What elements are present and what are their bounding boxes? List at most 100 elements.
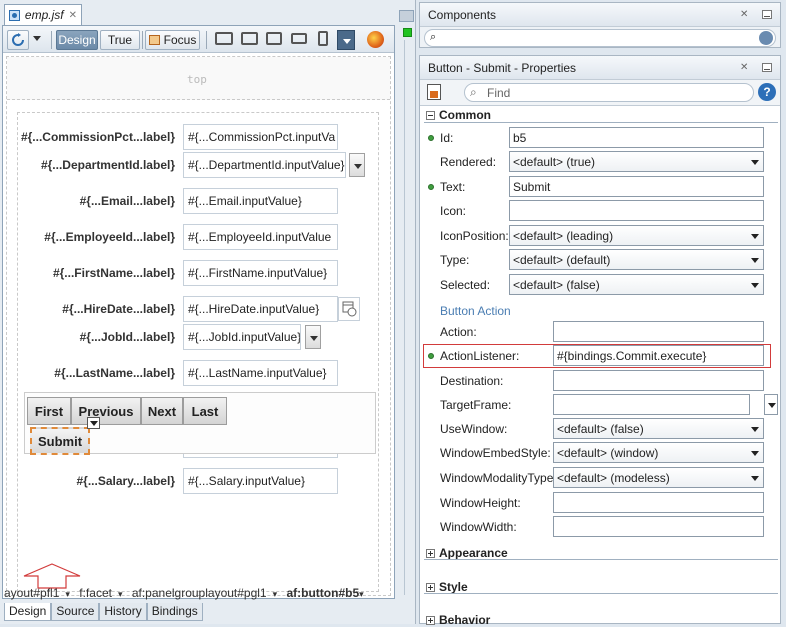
property-select[interactable]: <default> (modeless) (553, 467, 764, 488)
required-dot-icon (428, 184, 434, 190)
section-appearance[interactable]: Appearance (426, 546, 508, 560)
design-button[interactable]: Design (56, 30, 98, 50)
next-button[interactable]: Next (141, 397, 183, 425)
calendar-icon[interactable] (338, 297, 360, 321)
dropdown-icon[interactable] (764, 394, 778, 415)
minimize-icon[interactable] (762, 10, 772, 19)
editor-toolbar: Design True Focus (3, 26, 394, 53)
expand-icon[interactable] (426, 548, 435, 558)
property-input[interactable]: b5 (509, 127, 764, 148)
collapse-icon[interactable] (426, 110, 435, 120)
close-icon[interactable]: ✕ (740, 62, 748, 73)
desktop-view-icon[interactable] (215, 32, 233, 45)
field-input[interactable]: #{...FirstName.inputValue} (183, 260, 338, 286)
field-label: #{...FirstName...label} (52, 266, 175, 280)
property-label: Destination: (440, 374, 504, 388)
file-tab-label: emp.jsf (24, 8, 64, 22)
element-menu-icon[interactable] (87, 417, 100, 429)
property-input[interactable] (553, 516, 764, 537)
property-select[interactable]: <default> (default) (509, 249, 764, 270)
find-input[interactable]: ⌕ Find (464, 83, 754, 102)
property-row: WindowHeight: (420, 491, 780, 515)
go-icon[interactable] (759, 31, 773, 45)
close-icon[interactable]: ✕ (740, 9, 748, 20)
property-label: WindowWidth: (440, 520, 517, 534)
property-input[interactable] (553, 492, 764, 513)
property-input[interactable] (553, 370, 764, 391)
refresh-icon[interactable] (7, 30, 29, 50)
field-input[interactable]: #{...DepartmentId.inputValue} (183, 152, 346, 178)
property-select[interactable]: <default> (window) (553, 442, 764, 463)
device-menu-button[interactable] (337, 30, 355, 50)
divider (424, 559, 778, 560)
dropdown-icon[interactable] (305, 325, 321, 349)
scroll-down-icon[interactable] (399, 10, 414, 22)
breadcrumb-item[interactable]: af:panelgrouplayout#pgl1 (132, 586, 267, 600)
tab-design[interactable]: Design (4, 603, 52, 621)
tablet-portrait-icon[interactable] (266, 32, 282, 45)
true-button[interactable]: True (100, 30, 140, 50)
property-select[interactable]: <default> (true) (509, 151, 764, 172)
section-common[interactable]: Common (426, 108, 491, 122)
property-input[interactable] (553, 321, 764, 342)
jsf-file-icon (9, 9, 20, 21)
field-label: #{...Salary...label} (76, 474, 175, 488)
properties-title: Button - Submit - Properties (420, 56, 780, 80)
tab-source[interactable]: Source (51, 603, 100, 621)
chevron-down-icon[interactable] (33, 36, 41, 41)
submit-button[interactable]: Submit (30, 427, 90, 455)
tablet-landscape-icon[interactable] (241, 32, 258, 45)
minimize-icon[interactable] (762, 63, 772, 72)
field-input[interactable]: #{...HireDate.inputValue} (183, 296, 338, 322)
expand-icon[interactable] (426, 615, 435, 625)
tab-history[interactable]: History (99, 603, 147, 621)
field-input[interactable]: #{...Salary.inputValue} (183, 468, 338, 494)
field-input[interactable]: #{...CommissionPct.inputVa (183, 124, 338, 150)
property-select[interactable]: <default> (leading) (509, 225, 764, 246)
section-common-label: Common (439, 108, 491, 122)
property-label: Type: (440, 253, 470, 267)
expand-icon[interactable] (426, 582, 435, 592)
field-input[interactable]: #{...Email.inputValue} (183, 188, 338, 214)
property-row: TargetFrame: (420, 393, 780, 417)
field-input[interactable]: #{...JobId.inputValue} (183, 324, 301, 350)
components-search-input[interactable]: ⌕ (424, 29, 776, 47)
breadcrumb-current[interactable]: af:button#b5 (286, 586, 359, 600)
property-select[interactable]: <default> (false) (509, 274, 764, 295)
focus-icon (148, 35, 160, 45)
file-tab-emp[interactable]: emp.jsf ✕ (4, 4, 82, 25)
property-label: Id: (440, 131, 454, 145)
first-button[interactable]: First (27, 397, 71, 425)
breadcrumb-item[interactable]: f:facet (79, 586, 112, 600)
property-input[interactable] (509, 200, 764, 221)
field-input[interactable]: #{...LastName.inputValue} (183, 360, 338, 386)
source-file-icon[interactable] (427, 84, 441, 100)
property-input[interactable]: Submit (509, 176, 764, 197)
property-select[interactable]: <default> (false) (553, 418, 764, 439)
actionlistener-highlight (423, 344, 771, 368)
form-field-row: #{...Salary...label} #{...Salary.inputVal… (0, 466, 370, 494)
section-behavior[interactable]: Behavior (426, 613, 490, 627)
section-style[interactable]: Style (426, 580, 468, 594)
property-label: IconPosition: (440, 229, 509, 243)
focus-button[interactable]: Focus (145, 30, 200, 50)
property-input[interactable] (553, 394, 750, 415)
help-icon[interactable]: ? (758, 83, 776, 101)
phone-portrait-icon[interactable] (318, 31, 328, 46)
breadcrumb-item[interactable]: ayout#pfl1 (4, 586, 59, 600)
last-button[interactable]: Last (183, 397, 227, 425)
section-style-label: Style (439, 580, 468, 594)
previous-button[interactable]: Previous (71, 397, 141, 425)
tab-bindings[interactable]: Bindings (146, 603, 203, 621)
close-tab-icon[interactable]: ✕ (69, 10, 77, 21)
property-label: TargetFrame: (440, 398, 512, 412)
dropdown-icon[interactable] (349, 153, 365, 177)
property-value: <default> (window) (557, 446, 659, 460)
form-field-row: #{...JobId...label} #{...JobId.inputValue… (0, 322, 370, 350)
phone-landscape-icon[interactable] (291, 33, 307, 44)
firefox-browser-icon[interactable] (367, 31, 384, 48)
field-input[interactable]: #{...EmployeeId.inputValue (183, 224, 338, 250)
editor-scrollbar[interactable] (399, 10, 414, 610)
divider (424, 593, 778, 594)
toolbar-separator (206, 31, 207, 49)
